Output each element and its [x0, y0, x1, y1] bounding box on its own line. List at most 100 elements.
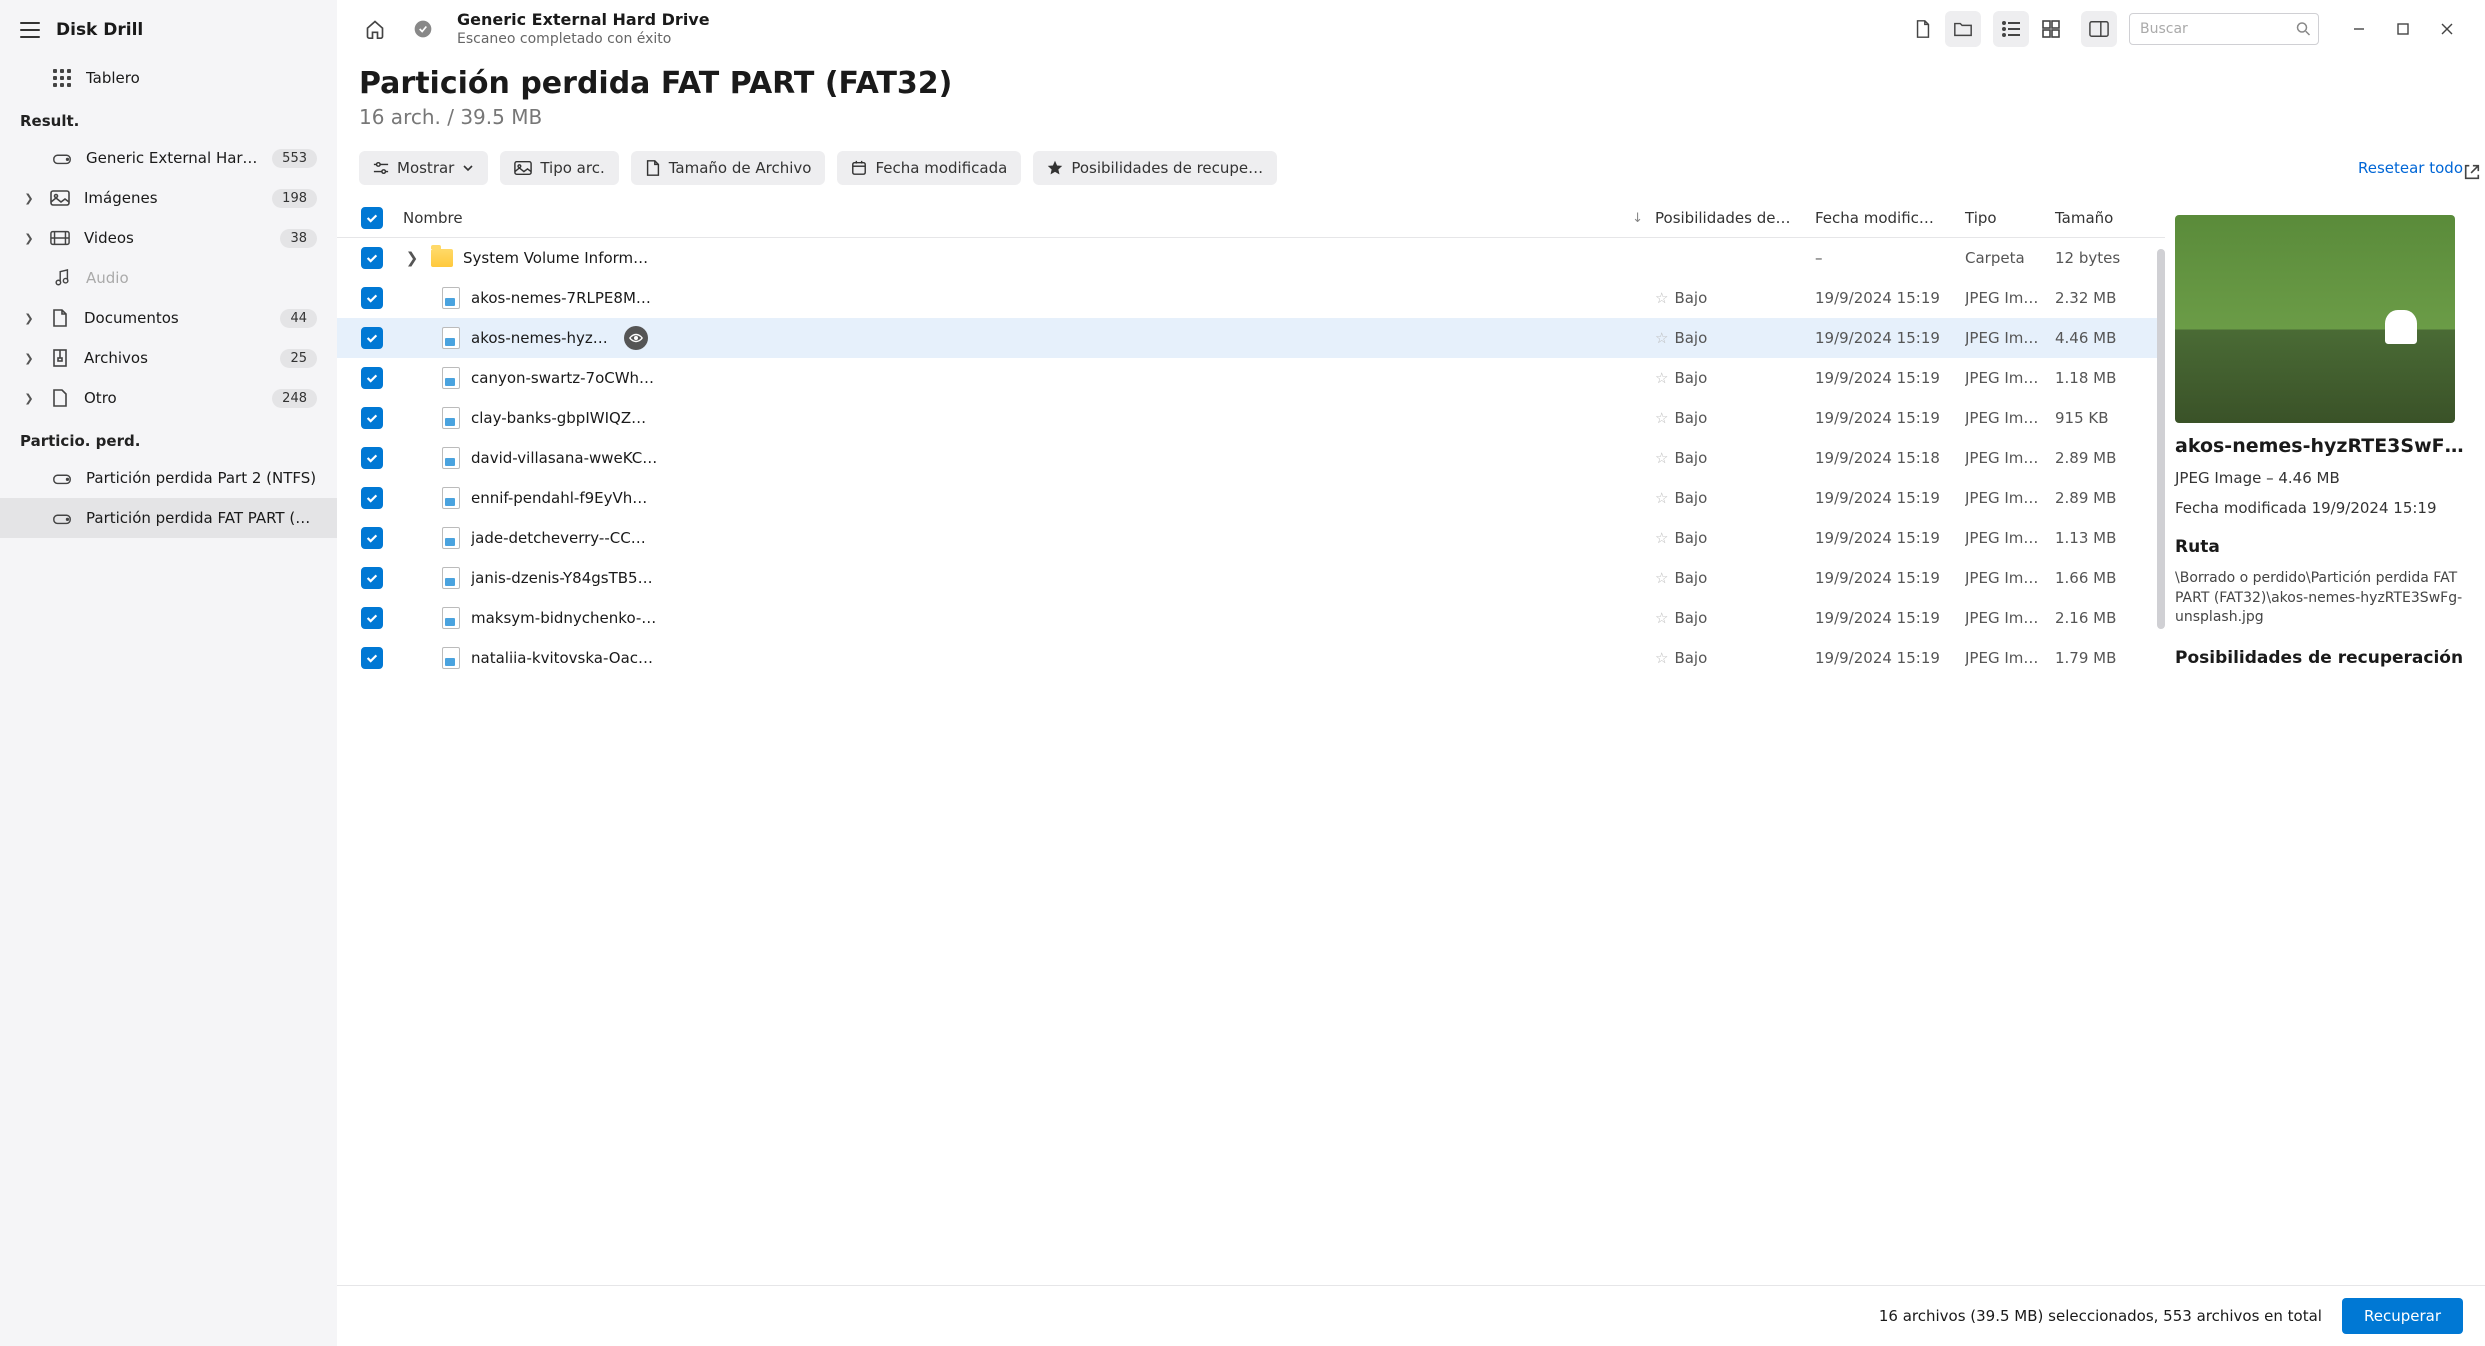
file-name: akos-nemes-7RLPE8M… — [471, 289, 651, 307]
file-name: System Volume Inform… — [463, 249, 648, 267]
filter-date-button[interactable]: Fecha modificada — [837, 151, 1021, 185]
sidebar-item-label: Documentos — [84, 309, 266, 327]
sidebar-partition-item[interactable]: Partición perdida FAT PART (F… — [0, 498, 337, 538]
col-modified[interactable]: Fecha modific… — [1815, 209, 1965, 227]
maximize-button[interactable] — [2385, 11, 2421, 47]
table-row[interactable]: ❯System Volume Inform…–Carpeta12 bytes — [337, 238, 2165, 278]
table-row[interactable]: janis-dzenis-Y84gsTB5…☆Bajo19/9/2024 15:… — [337, 558, 2165, 598]
search-input[interactable] — [2129, 13, 2319, 45]
table-row[interactable]: akos-nemes-7RLPE8M…☆Bajo19/9/2024 15:19J… — [337, 278, 2165, 318]
filter-bar: Mostrar Tipo arc. Tamaño de Archivo Fech… — [337, 147, 2485, 199]
table-row[interactable]: clay-banks-gbpIWIQZ…☆Bajo19/9/2024 15:19… — [337, 398, 2165, 438]
row-checkbox[interactable] — [361, 487, 383, 509]
file-image-icon — [441, 367, 461, 389]
row-checkbox[interactable] — [361, 607, 383, 629]
footer-bar: 16 archivos (39.5 MB) seleccionados, 553… — [337, 1285, 2485, 1346]
table-row[interactable]: ennif-pendahl-f9EyVh…☆Bajo19/9/2024 15:1… — [337, 478, 2165, 518]
table-row[interactable]: nataliia-kvitovska-Oac…☆Bajo19/9/2024 15… — [337, 638, 2165, 678]
file-image-icon — [441, 287, 461, 309]
filter-type-button[interactable]: Tipo arc. — [500, 151, 618, 185]
select-all-checkbox[interactable] — [361, 207, 383, 229]
size-cell: 915 KB — [2055, 409, 2155, 427]
sidebar-item-doc[interactable]: ❯Documentos44 — [0, 298, 337, 338]
row-checkbox[interactable] — [361, 567, 383, 589]
sidebar-dashboard[interactable]: Tablero — [0, 58, 337, 98]
minimize-button[interactable] — [2341, 11, 2377, 47]
sidebar-item-label: Archivos — [84, 349, 266, 367]
row-checkbox[interactable] — [361, 327, 383, 349]
col-chances[interactable]: Posibilidades de… — [1655, 209, 1815, 227]
filter-size-button[interactable]: Tamaño de Archivo — [631, 151, 826, 185]
recover-button[interactable]: Recuperar — [2342, 1298, 2463, 1334]
file-image-icon — [441, 527, 461, 549]
col-size[interactable]: Tamaño — [2055, 209, 2155, 227]
open-external-icon[interactable] — [2463, 163, 2481, 181]
table-row[interactable]: maksym-bidnychenko-…☆Bajo19/9/2024 15:19… — [337, 598, 2165, 638]
drive-icon — [52, 468, 72, 488]
sidebar-item-drive[interactable]: Generic External Hard Dr…553 — [0, 138, 337, 178]
sidebar-item-label: Videos — [84, 229, 266, 247]
filter-show-button[interactable]: Mostrar — [359, 151, 488, 185]
page-subtitle: 16 arch. / 39.5 MB — [359, 105, 2463, 129]
view-list-button[interactable] — [1993, 11, 2029, 47]
sidebar-item-other[interactable]: ❯Otro248 — [0, 378, 337, 418]
chevron-right-icon: ❯ — [22, 392, 36, 405]
table-row[interactable]: jade-detcheverry--CC…☆Bajo19/9/2024 15:1… — [337, 518, 2165, 558]
menu-icon[interactable] — [20, 22, 40, 38]
row-checkbox[interactable] — [361, 407, 383, 429]
row-checkbox[interactable] — [361, 527, 383, 549]
preview-title: akos-nemes-hyzRTE3SwF… — [2175, 435, 2467, 457]
file-name: ennif-pendahl-f9EyVh… — [471, 489, 647, 507]
date-cell: 19/9/2024 15:19 — [1815, 609, 1965, 627]
file-icon — [645, 159, 661, 177]
row-checkbox[interactable] — [361, 287, 383, 309]
col-type[interactable]: Tipo — [1965, 209, 2055, 227]
size-cell: 2.89 MB — [2055, 489, 2155, 507]
eye-icon[interactable] — [624, 326, 648, 350]
close-button[interactable] — [2429, 11, 2465, 47]
size-cell: 1.79 MB — [2055, 649, 2155, 667]
star-outline-icon: ☆ — [1655, 409, 1668, 427]
home-button[interactable] — [357, 11, 393, 47]
sidebar-item-archive[interactable]: ❯Archivos25 — [0, 338, 337, 378]
row-checkbox[interactable] — [361, 247, 383, 269]
selection-summary: 16 archivos (39.5 MB) seleccionados, 553… — [1879, 1307, 2322, 1325]
chevron-right-icon: ❯ — [22, 192, 36, 205]
sidebar: Disk Drill Tablero Result. Generic Exter… — [0, 0, 337, 1346]
preview-chances-label: Posibilidades de recuperación — [2175, 648, 2467, 668]
view-grid-button[interactable] — [2033, 11, 2069, 47]
sidebar-item-video[interactable]: ❯Videos38 — [0, 218, 337, 258]
file-name: canyon-swartz-7oCWh… — [471, 369, 654, 387]
scrollbar[interactable] — [2157, 249, 2165, 629]
calendar-icon — [851, 160, 867, 176]
chances-cell: ☆Bajo — [1655, 609, 1815, 627]
chevron-right-icon[interactable]: ❯ — [403, 249, 421, 267]
table-row[interactable]: david-villasana-wweKC…☆Bajo19/9/2024 15:… — [337, 438, 2165, 478]
col-name[interactable]: Nombre↓ — [397, 209, 1655, 227]
sidebar-item-image[interactable]: ❯Imágenes198 — [0, 178, 337, 218]
table-row[interactable]: akos-nemes-hyz…☆Bajo19/9/2024 15:19JPEG … — [337, 318, 2165, 358]
file-image-icon — [441, 607, 461, 629]
row-checkbox[interactable] — [361, 367, 383, 389]
page-title: Partición perdida FAT PART (FAT32) — [359, 66, 2463, 101]
filter-chances-button[interactable]: Posibilidades de recupe… — [1033, 151, 1277, 185]
sidebar-partition-item[interactable]: Partición perdida Part 2 (NTFS) — [0, 458, 337, 498]
date-cell: 19/9/2024 15:19 — [1815, 289, 1965, 307]
table-row[interactable]: canyon-swartz-7oCWh…☆Bajo19/9/2024 15:19… — [337, 358, 2165, 398]
view-file-button[interactable] — [1905, 11, 1941, 47]
row-checkbox[interactable] — [361, 447, 383, 469]
sidebar-item-label: Otro — [84, 389, 258, 407]
view-folder-button[interactable] — [1945, 11, 1981, 47]
toggle-preview-button[interactable] — [2081, 11, 2117, 47]
size-cell: 2.32 MB — [2055, 289, 2155, 307]
reset-filters-link[interactable]: Resetear todo — [2358, 159, 2463, 177]
drive-icon — [52, 508, 72, 528]
row-checkbox[interactable] — [361, 647, 383, 669]
dashboard-label: Tablero — [86, 69, 317, 87]
date-cell: – — [1815, 249, 1965, 267]
star-outline-icon: ☆ — [1655, 609, 1668, 627]
chevron-right-icon: ❯ — [22, 352, 36, 365]
video-icon — [50, 228, 70, 248]
search-icon — [2296, 21, 2311, 36]
sidebar-item-audio[interactable]: Audio — [0, 258, 337, 298]
